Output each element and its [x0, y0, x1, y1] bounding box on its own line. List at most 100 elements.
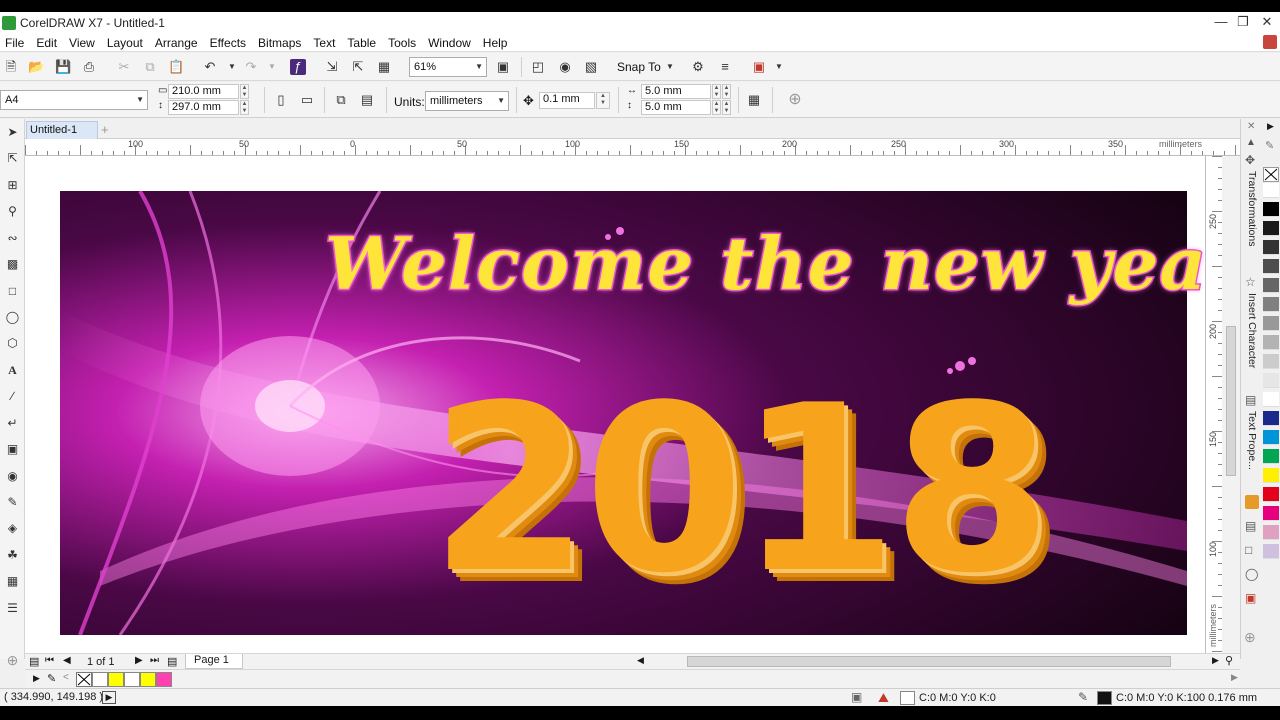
add-page-after-icon[interactable]: ▤	[167, 655, 177, 668]
menu-edit[interactable]: Edit	[31, 36, 64, 50]
parallel-dimension-tool-icon[interactable]: ∕	[4, 388, 21, 405]
object-manager-icon[interactable]: ▤	[1245, 519, 1256, 533]
close-docker-icon[interactable]: ✕	[1247, 121, 1255, 132]
color-proofing-icon[interactable]: ▣	[851, 690, 862, 704]
treat-as-filled-icon[interactable]: ▦	[746, 92, 762, 108]
minimize-icon[interactable]: —	[1210, 14, 1232, 30]
open-icon[interactable]: 📂	[28, 59, 44, 75]
next-page-icon[interactable]: ▶	[135, 655, 143, 666]
palette-swatch[interactable]	[1263, 373, 1279, 388]
palette-swatch[interactable]	[1263, 487, 1279, 502]
objects-icon[interactable]: □	[1245, 543, 1252, 557]
palette-menu-icon[interactable]: ▶	[33, 673, 40, 684]
year-text[interactable]: 2018	[430, 376, 1110, 606]
menu-tools[interactable]: Tools	[383, 36, 423, 50]
docker-tab-text-properties[interactable]: Text Prope...	[1246, 411, 1258, 470]
outline-color-swatch[interactable]	[1097, 691, 1112, 705]
mesh-fill-icon[interactable]: ▦	[4, 573, 21, 590]
eyedropper-icon[interactable]: ✎	[1265, 139, 1274, 152]
undo-icon[interactable]: ↶	[202, 59, 218, 75]
vertical-scrollbar[interactable]	[1222, 156, 1240, 653]
scroll-right-icon[interactable]: ▶	[1212, 655, 1219, 666]
horizontal-scroll-thumb[interactable]	[687, 656, 1171, 667]
show-rulers-icon[interactable]: ◰	[530, 59, 546, 75]
menu-window[interactable]: Window	[423, 36, 478, 50]
drawing-canvas[interactable]: Welcome the new year 2018	[25, 156, 1205, 653]
zoom-navigator-icon[interactable]: ⚲	[1225, 654, 1233, 667]
duplicate-y-spinner-2[interactable]: ▲ ▼	[722, 100, 731, 115]
docker-scroll-up-icon[interactable]: ▲	[1246, 137, 1256, 148]
undo-dropdown-icon[interactable]: ▼	[224, 59, 240, 75]
add-page-before-icon[interactable]: ▤	[29, 655, 39, 668]
palette-swatch[interactable]	[1263, 335, 1279, 350]
copy-icon[interactable]: ⧉	[142, 59, 158, 75]
current-page-icon[interactable]: ▤	[359, 92, 375, 108]
add-docker-icon[interactable]: ⊕	[1244, 629, 1256, 646]
palette-eyedropper-icon[interactable]: ✎	[47, 672, 56, 685]
close-icon[interactable]: ✕	[1256, 14, 1278, 30]
outline-pen-icon[interactable]: ☰	[4, 600, 21, 617]
horizontal-ruler[interactable]: 100 50 0 50 100 150 200 250 300 350 mill…	[25, 139, 1240, 156]
redo-dropdown-icon[interactable]: ▼	[264, 59, 280, 75]
page-height-field[interactable]: 297.0 mm	[168, 100, 239, 115]
palette-swatch[interactable]	[1263, 525, 1279, 540]
doc-palette-swatch[interactable]	[140, 672, 156, 687]
menu-arrange[interactable]: Arrange	[150, 36, 205, 50]
palette-swatch[interactable]	[1263, 240, 1279, 255]
duplicate-x-field[interactable]: 5.0 mm	[641, 84, 711, 99]
palette-swatch[interactable]	[1263, 259, 1279, 274]
menu-text[interactable]: Text	[308, 36, 342, 50]
new-tab-icon[interactable]: +	[101, 122, 109, 137]
palette-scroll-left-icon[interactable]: <	[63, 672, 69, 683]
doc-palette-swatch[interactable]	[156, 672, 172, 687]
export-icon[interactable]: ⇱	[350, 59, 366, 75]
drop-shadow-tool-icon[interactable]: ▣	[4, 441, 21, 458]
menu-table[interactable]: Table	[342, 36, 383, 50]
connector-tool-icon[interactable]: ↵	[4, 415, 21, 432]
crop-tool-icon[interactable]: ⊞	[4, 177, 21, 194]
document-tab[interactable]: Untitled-1	[26, 121, 98, 139]
menu-layout[interactable]: Layout	[102, 36, 150, 50]
palette-swatch[interactable]	[1263, 183, 1279, 198]
duplicate-y-spinner[interactable]: ▲ ▼	[712, 100, 721, 115]
launcher-dropdown-icon[interactable]: ▼	[771, 59, 787, 75]
duplicate-x-spinner[interactable]: ▲ ▼	[712, 84, 721, 99]
smart-fill-icon[interactable]: ☘	[4, 547, 21, 564]
docker-tab-insert-character[interactable]: Insert Character	[1246, 293, 1258, 368]
vertical-ruler[interactable]: 250 200 150 100 millimeters	[1205, 156, 1222, 653]
menu-view[interactable]: View	[64, 36, 102, 50]
palette-swatch[interactable]	[1263, 506, 1279, 521]
fill-color-swatch[interactable]	[900, 691, 915, 705]
symbol-manager-icon[interactable]: ▣	[1245, 591, 1256, 605]
nudge-distance-field[interactable]: 0.1 mm	[539, 92, 595, 109]
add-toolbar-icon[interactable]: ⊕	[787, 92, 803, 108]
text-tool-icon[interactable]: A	[4, 362, 21, 379]
menu-help[interactable]: Help	[478, 36, 515, 50]
new-document-icon[interactable]: 🗎	[3, 59, 19, 75]
print-icon[interactable]: ⎙	[81, 59, 97, 75]
new-year-artwork[interactable]: Welcome the new year 2018	[60, 189, 1205, 636]
full-screen-preview-icon[interactable]: ▣	[495, 59, 511, 75]
previous-page-icon[interactable]: ◀	[63, 655, 71, 666]
save-icon[interactable]: 💾	[55, 59, 71, 75]
application-launcher-icon[interactable]: ≡	[717, 59, 733, 75]
palette-swatch[interactable]	[1263, 468, 1279, 483]
duplicate-x-spinner-2[interactable]: ▲ ▼	[722, 84, 731, 99]
transparency-tool-icon[interactable]: ◉	[4, 468, 21, 485]
welcome-screen-icon[interactable]: ▣	[751, 59, 767, 75]
palette-swatch[interactable]	[1263, 221, 1279, 236]
page-height-spinner[interactable]: ▲ ▼	[240, 100, 249, 115]
interactive-fill-icon[interactable]: ◈	[4, 520, 21, 537]
palette-swatch[interactable]	[1263, 544, 1279, 559]
doc-palette-swatch[interactable]	[92, 672, 108, 687]
menu-effects[interactable]: Effects	[205, 36, 253, 50]
palette-swatch[interactable]	[1263, 392, 1279, 407]
rectangle-tool-icon[interactable]: □	[4, 283, 21, 300]
nudge-spinner[interactable]: ▲ ▼	[596, 92, 610, 109]
paste-icon[interactable]: 📋	[168, 59, 184, 75]
page-width-spinner[interactable]: ▲ ▼	[240, 84, 249, 99]
corel-connect-icon[interactable]: ƒ	[290, 59, 306, 75]
redo-icon[interactable]: ↷	[243, 59, 259, 75]
page-tab-1[interactable]: Page 1	[185, 654, 243, 669]
freehand-tool-icon[interactable]: ∾	[4, 230, 21, 247]
